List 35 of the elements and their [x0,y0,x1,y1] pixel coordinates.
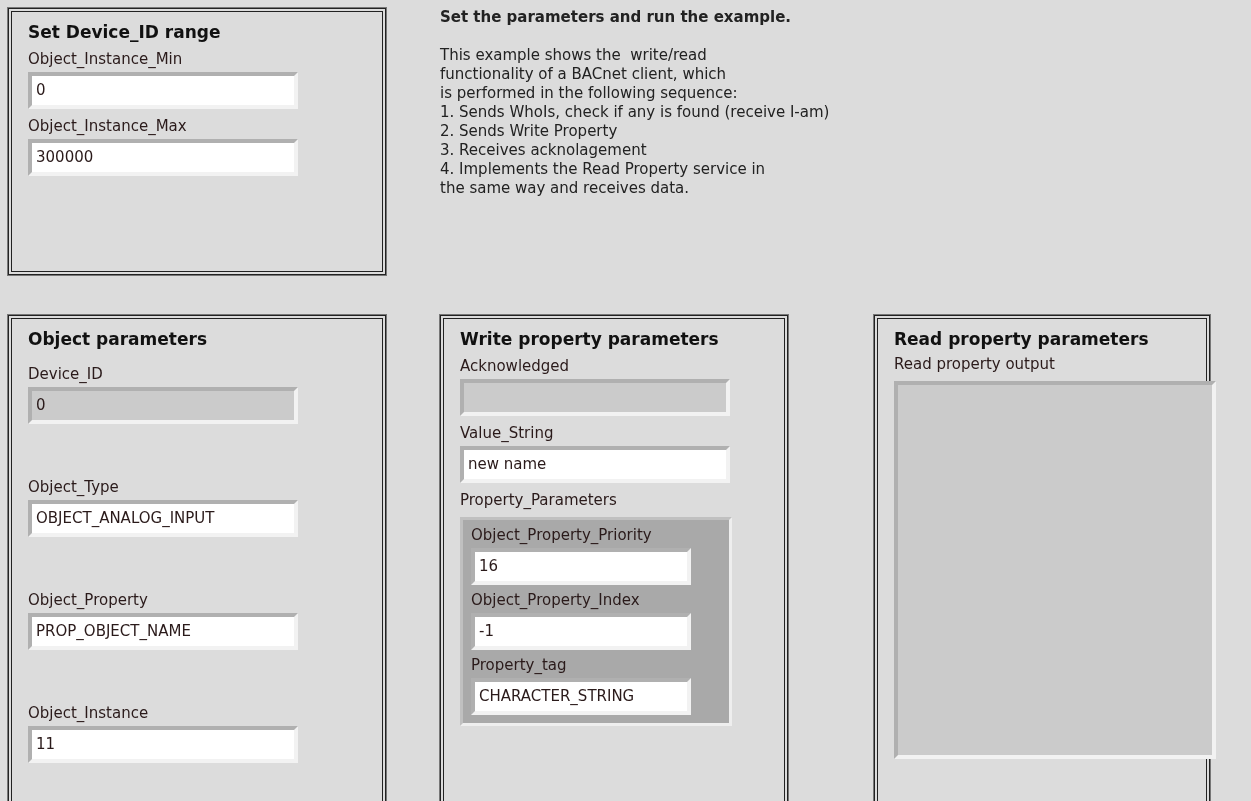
field-label: Device_ID [28,365,103,383]
panel-title: Read property parameters [894,329,1149,349]
field-label: Object_Type [28,478,119,496]
field-label: Acknowledged [460,357,570,375]
field-label: Object_Instance_Min [28,50,183,68]
instructions-line: functionality of a BACnet client, which [440,65,727,84]
field-label: Object_Property_Index [471,591,640,609]
instructions-line: 1. Sends WhoIs, check if any is found (receive I-am) [440,103,830,122]
instructions-line: 2. Sends Write Property [440,122,618,141]
text-field[interactable]: new name [460,446,730,483]
instructions-line: the same way and receives data. [440,179,690,198]
instructions-line: 4. Implements the Read Property service in [440,160,766,179]
field-label: Property_tag [471,656,567,674]
field-label: Object_Property_Priority [471,526,652,544]
instructions-line: 3. Receives acknolagement [440,141,647,160]
field-label: Value_String [460,424,554,442]
text-field[interactable]: 0 [28,72,298,109]
text-field[interactable]: CHARACTER_STRING [471,678,691,715]
cluster-label: Property_Parameters [460,491,617,509]
text-field[interactable]: OBJECT_ANALOG_INPUT [28,500,298,537]
text-field[interactable]: 11 [28,726,298,763]
field-label: Object_Instance [28,704,149,722]
panel-title: Object parameters [28,329,208,349]
field-label: Object_Instance_Max [28,117,187,135]
field-label: Read property output [894,355,1055,373]
field-label: Object_Property [28,591,148,609]
text-field[interactable]: 300000 [28,139,298,176]
text-field[interactable]: 16 [471,548,691,585]
instructions-line: is performed in the following sequence: [440,84,738,103]
panel-title: Set Device_ID range [28,22,221,42]
instructions-title: Set the parameters and run the example. [440,8,792,26]
instructions-line: This example shows the write/read [440,46,707,65]
text-field[interactable]: -1 [471,613,691,650]
panel-title: Write property parameters [460,329,719,349]
text-field[interactable]: PROP_OBJECT_NAME [28,613,298,650]
